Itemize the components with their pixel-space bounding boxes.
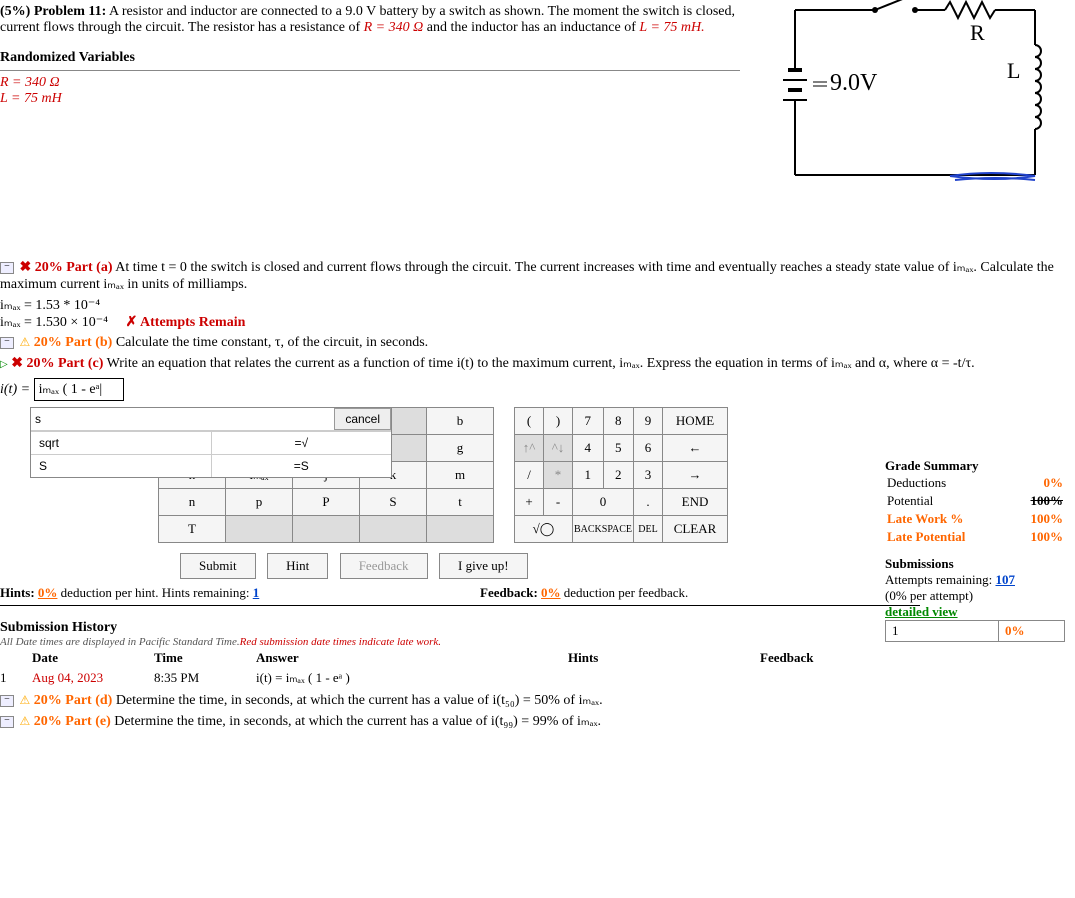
- detailed-view-link[interactable]: detailed view: [885, 604, 1065, 620]
- warn-icon: ⚠: [20, 693, 31, 707]
- keypad-key[interactable]: T: [159, 516, 226, 543]
- part-b-label: 20% Part (b): [34, 335, 113, 350]
- attempts-link[interactable]: 107: [995, 572, 1015, 587]
- keypad-key[interactable]: b: [427, 408, 494, 435]
- keypad-key[interactable]: (: [515, 408, 544, 435]
- hint-button[interactable]: Hint: [267, 553, 328, 579]
- circuit-diagram: R L 9.0V: [755, 0, 1075, 195]
- keypad-key[interactable]: ←: [663, 435, 728, 462]
- part-e-text: Determine the time, in seconds, at which…: [114, 714, 601, 729]
- keypad-key[interactable]: -: [544, 489, 573, 516]
- problem-text-2: and the inductor has an inductance of: [423, 20, 639, 35]
- keypad-key[interactable]: p: [226, 489, 293, 516]
- keypad-key[interactable]: END: [663, 489, 728, 516]
- keypad-key[interactable]: ): [544, 408, 573, 435]
- keypad-key[interactable]: 7: [573, 408, 604, 435]
- part-e-label: 20% Part (e): [34, 714, 111, 729]
- part-d-label: 20% Part (d): [34, 693, 113, 708]
- problem-L: L = 75 mH.: [639, 20, 704, 35]
- warn-icon: ⚠: [20, 335, 31, 349]
- autocomplete-result: =S: [212, 454, 392, 477]
- keypad-key[interactable]: ↑^: [515, 435, 544, 462]
- keypad-key[interactable]: 0: [573, 489, 634, 516]
- keypad-key[interactable]: +: [515, 489, 544, 516]
- circuit-V-label: 9.0V: [830, 70, 878, 96]
- keypad-key[interactable]: 6: [634, 435, 663, 462]
- keypad-key[interactable]: √◯: [515, 516, 573, 543]
- warn-icon: ⚠: [20, 714, 31, 728]
- wrong-icon: ✖: [20, 260, 32, 275]
- keypad-key[interactable]: S: [360, 489, 427, 516]
- wrong-icon: ✖: [11, 356, 23, 371]
- collapse-icon[interactable]: [0, 695, 14, 707]
- history-table: Date Time Answer Hints Feedback 1 Aug 04…: [0, 648, 900, 688]
- problem-R: R = 340 Ω: [364, 20, 424, 35]
- feedback-button: Feedback: [340, 553, 428, 579]
- hints-pct-link[interactable]: 0%: [38, 585, 58, 600]
- keypad-key[interactable]: ^↓: [544, 435, 573, 462]
- part-c-label: 20% Part (c): [26, 356, 103, 371]
- autocomplete-search[interactable]: [31, 408, 334, 430]
- keypad-key[interactable]: 9: [634, 408, 663, 435]
- keypad-key[interactable]: t: [427, 489, 494, 516]
- collapse-icon[interactable]: [0, 262, 14, 274]
- part-a-ans2: iₘₐₓ = 1.530 × 10⁻⁴: [0, 315, 108, 330]
- keypad-key[interactable]: 1: [573, 462, 604, 489]
- play-icon: ▷: [0, 359, 8, 370]
- keypad-key[interactable]: DEL: [634, 516, 663, 543]
- collapse-icon[interactable]: [0, 716, 14, 728]
- keypad-key[interactable]: *: [544, 462, 573, 489]
- problem-label: Problem 11:: [34, 4, 106, 19]
- keypad-key[interactable]: m: [427, 462, 494, 489]
- keypad-key[interactable]: 8: [603, 408, 634, 435]
- var-R: R = 340 Ω: [0, 75, 755, 91]
- keypad-key[interactable]: 3: [634, 462, 663, 489]
- giveup-button[interactable]: I give up!: [439, 553, 528, 579]
- part-d-text: Determine the time, in seconds, at which…: [116, 693, 603, 708]
- part-c-text: Write an equation that relates the curre…: [107, 356, 975, 371]
- part-a-ans1: iₘₐₓ = 1.53 * 10⁻⁴: [0, 297, 1075, 314]
- submit-button[interactable]: Submit: [180, 553, 256, 579]
- part-a-label: 20% Part (a): [35, 260, 113, 275]
- circuit-R-label: R: [970, 20, 985, 45]
- keypad-key[interactable]: HOME: [663, 408, 728, 435]
- autocomplete-option[interactable]: S: [31, 454, 212, 477]
- history-row: 1 Aug 04, 2023 8:35 PM i(t) = iₘₐₓ ( 1 -…: [0, 668, 900, 688]
- answer-input[interactable]: iₘₐₓ ( 1 - eᵃ|: [34, 378, 124, 401]
- collapse-icon[interactable]: [0, 337, 14, 349]
- part-a-text: At time t = 0 the switch is closed and c…: [0, 260, 1054, 292]
- keypad-key[interactable]: /: [515, 462, 544, 489]
- part-a-attempts: ✗ Attempts Remain: [126, 315, 246, 330]
- keypad-key[interactable]: 4: [573, 435, 604, 462]
- keypad-key[interactable]: →: [663, 462, 728, 489]
- autocomplete-option[interactable]: sqrt: [31, 431, 212, 454]
- var-L: L = 75 mH: [0, 91, 755, 107]
- part-b-text: Calculate the time constant, τ, of the c…: [116, 335, 428, 350]
- keypad-key[interactable]: 5: [603, 435, 634, 462]
- hints-remaining-link[interactable]: 1: [253, 585, 260, 600]
- autocomplete-cancel[interactable]: cancel: [334, 408, 391, 430]
- keypad-key[interactable]: g: [427, 435, 494, 462]
- randomized-title: Randomized Variables: [0, 50, 755, 66]
- keypad-key[interactable]: .: [634, 489, 663, 516]
- answer-prefix: i(t) =: [0, 382, 34, 397]
- keypad-key[interactable]: BACKSPACE: [573, 516, 634, 543]
- keypad-key[interactable]: CLEAR: [663, 516, 728, 543]
- feedback-pct-link[interactable]: 0%: [541, 585, 561, 600]
- keypad-key[interactable]: n: [159, 489, 226, 516]
- keypad-key[interactable]: 2: [603, 462, 634, 489]
- problem-weight: (5%): [0, 4, 30, 19]
- grade-summary: Grade Summary Deductions0% Potential100%…: [885, 458, 1065, 642]
- keypad-key[interactable]: P: [293, 489, 360, 516]
- autocomplete-result: =√: [212, 431, 392, 454]
- circuit-L-label: L: [1007, 58, 1020, 83]
